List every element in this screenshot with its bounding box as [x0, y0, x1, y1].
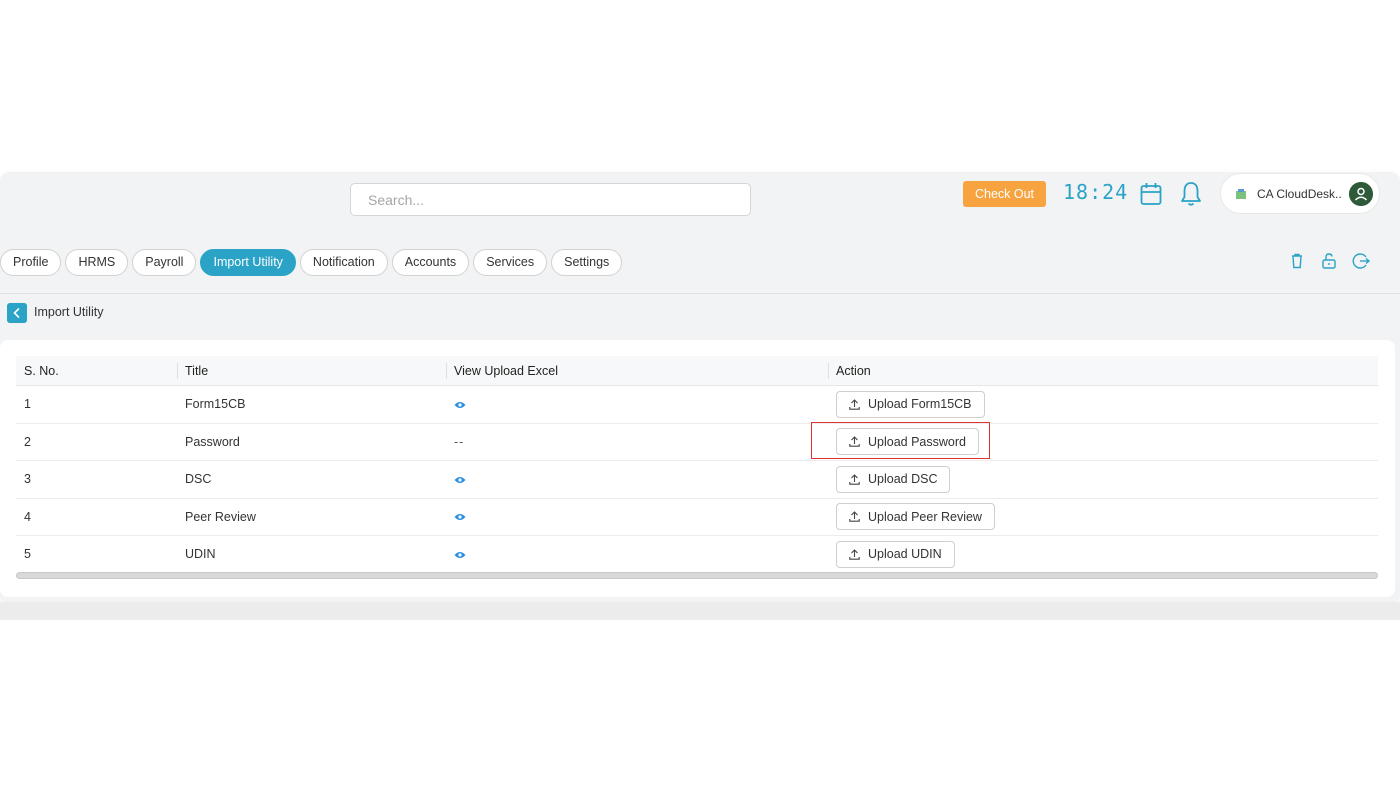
action-cell: Upload Form15CB	[828, 390, 1378, 418]
table-row: 3 DSC Upload DSC	[16, 461, 1378, 499]
upload-form15cb-button[interactable]: Upload Form15CB	[836, 390, 985, 418]
user-menu[interactable]: CA CloudDesk..	[1220, 173, 1380, 214]
tab-accounts[interactable]: Accounts	[391, 249, 470, 276]
upload-button-label: Upload UDIN	[868, 547, 942, 562]
column-header: View Upload Excel	[446, 356, 828, 385]
view-cell	[446, 472, 828, 486]
action-cell: Upload Peer Review	[828, 503, 1378, 531]
app-window: Check Out 18:24 CA CloudDesk.. Profile H…	[0, 172, 1400, 604]
eye-icon[interactable]	[454, 401, 466, 409]
back-button[interactable]	[7, 303, 27, 323]
tab-import-utility[interactable]: Import Utility	[200, 249, 296, 276]
upload-icon	[849, 473, 860, 485]
upload-icon	[849, 436, 860, 447]
upload-button-label: Upload DSC	[868, 472, 938, 487]
view-cell	[446, 510, 828, 524]
table-row: 1 Form15CB Upload Form15CB	[16, 386, 1378, 424]
upload-icon	[849, 511, 860, 522]
tab-profile[interactable]: Profile	[0, 249, 62, 276]
sno-cell: 4	[24, 509, 31, 524]
sno-cell: 1	[24, 397, 31, 412]
title-cell: Form15CB	[185, 397, 246, 412]
import-table-card: S. No. Title View Upload Excel Action 1 …	[0, 340, 1395, 597]
org-name: CA CloudDesk..	[1257, 187, 1342, 201]
sno-cell: 5	[24, 547, 31, 562]
upload-button-label: Upload Form15CB	[868, 397, 972, 412]
avatar-icon[interactable]	[1349, 182, 1373, 206]
check-out-button[interactable]: Check Out	[963, 181, 1046, 207]
upload-password-button[interactable]: Upload Password	[836, 428, 979, 456]
view-cell: --	[446, 435, 828, 449]
tab-settings[interactable]: Settings	[551, 249, 623, 276]
upload-dsc-button[interactable]: Upload DSC	[836, 465, 951, 493]
sno-cell: 3	[24, 472, 31, 487]
eye-icon[interactable]	[454, 513, 466, 521]
action-cell: Upload UDIN	[828, 540, 1378, 568]
unlock-icon[interactable]	[1320, 252, 1338, 270]
import-table: S. No. Title View Upload Excel Action 1 …	[16, 356, 1378, 574]
upload-button-label: Upload Peer Review	[868, 509, 982, 524]
eye-icon[interactable]	[454, 476, 466, 484]
upload-button-label: Upload Password	[868, 434, 966, 449]
tab-services[interactable]: Services	[473, 249, 548, 276]
title-cell: Peer Review	[185, 509, 256, 524]
breadcrumb: Import Utility	[34, 305, 104, 319]
column-header: Action	[828, 356, 1378, 385]
bell-icon[interactable]	[1180, 181, 1202, 207]
upload-peer-review-button[interactable]: Upload Peer Review	[836, 503, 995, 531]
tab-notification[interactable]: Notification	[299, 249, 388, 276]
clock: 18:24	[1063, 180, 1129, 204]
upload-udin-button[interactable]: Upload UDIN	[836, 540, 955, 568]
column-header: S. No.	[24, 364, 59, 378]
toolbar-icons	[1288, 252, 1370, 270]
table-row: 2 Password -- Upload Password	[16, 424, 1378, 461]
title-cell: DSC	[185, 472, 212, 487]
org-logo-icon	[1236, 189, 1246, 199]
divider	[0, 293, 1400, 294]
logout-icon[interactable]	[1352, 252, 1370, 270]
title-cell: UDIN	[185, 547, 216, 562]
empty-value: --	[454, 434, 465, 449]
title-cell: Password	[185, 434, 240, 449]
view-cell	[446, 547, 828, 561]
sno-cell: 2	[24, 434, 31, 449]
table-row: 5 UDIN Upload UDIN	[16, 536, 1378, 574]
horizontal-scrollbar[interactable]	[16, 572, 1378, 579]
tab-payroll[interactable]: Payroll	[132, 249, 197, 276]
action-cell: Upload DSC	[828, 465, 1378, 493]
trash-icon[interactable]	[1288, 252, 1306, 270]
table-row: 4 Peer Review Upload Peer Review	[16, 499, 1378, 536]
action-cell: Upload Password	[828, 428, 1378, 456]
window-shadow	[0, 602, 1400, 620]
nav-tabs: Profile HRMS Payroll Import Utility Noti…	[0, 249, 623, 276]
eye-icon[interactable]	[454, 551, 466, 559]
view-cell	[446, 397, 828, 411]
upload-icon	[849, 398, 860, 410]
table-header: S. No. Title View Upload Excel Action	[16, 356, 1378, 386]
search-input[interactable]	[350, 183, 751, 216]
upload-icon	[849, 548, 860, 560]
tab-hrms[interactable]: HRMS	[65, 249, 129, 276]
calendar-icon[interactable]	[1140, 182, 1162, 206]
column-header: Title	[177, 356, 446, 385]
